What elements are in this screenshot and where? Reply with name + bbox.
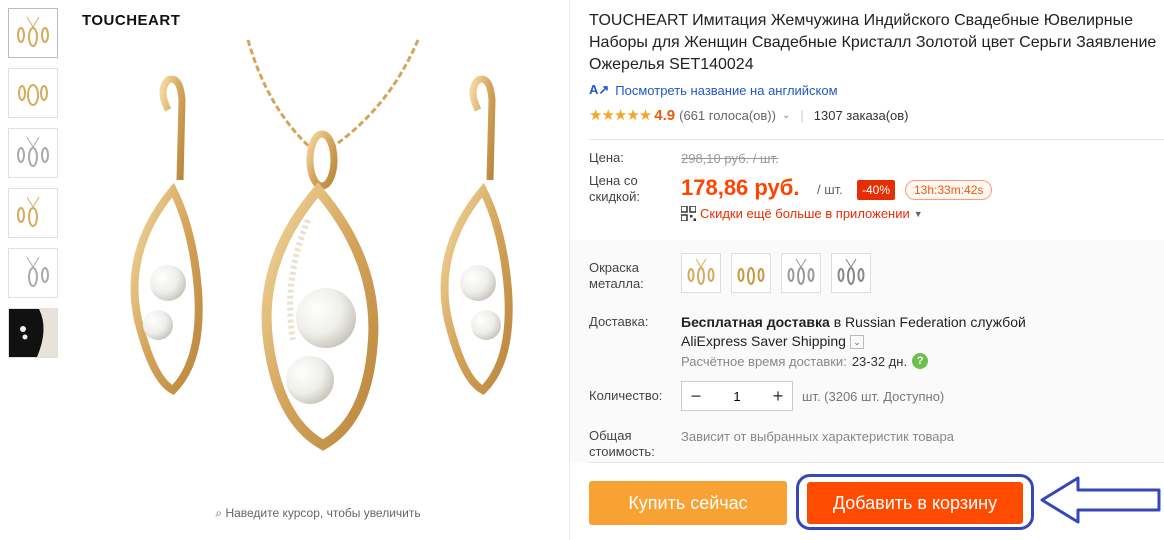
increase-quantity-button[interactable]: + [764,386,792,407]
zoom-hint: ⌕ Наведите курсор, чтобы увеличить [68,506,568,521]
price-unit: / шт. [817,182,843,197]
translate-link-text: Посмотреть название на английском [615,82,838,98]
thumbnail-5[interactable] [8,248,58,298]
jewelry-set-gold-icon [687,258,715,285]
add-to-cart-button[interactable]: Добавить в корзину [807,482,1023,524]
total-label: Общая стоимость: [589,428,655,459]
divider: | [800,107,804,123]
thumbnail-2[interactable] [8,68,58,118]
shipping-info: Бесплатная доставка в Russian Federation… [681,313,1151,351]
thumbnail-4[interactable] [8,188,58,238]
shipping-label: Доставка: [589,314,649,329]
free-shipping-text: Бесплатная доставка [681,314,830,330]
pointing-arrow-icon [1040,476,1161,524]
jewelry-set-silver-icon [837,258,865,285]
jewelry-set-gold-icon [17,16,49,47]
delivery-estimate-label: Расчётное время доставки: [681,353,847,369]
chevron-down-icon[interactable]: ⌄ [782,110,790,121]
shipping-service: AliExpress Saver Shipping [681,333,846,349]
price-label: Цена: [589,150,624,165]
app-discount-link[interactable]: Скидки ещё больше в приложении ▼ [681,206,923,221]
swatch-gold-2[interactable] [731,253,771,293]
zoom-hint-text: Наведите курсор, чтобы увеличить [225,506,421,520]
jewelry-set-silver-icon [17,136,49,167]
jewelry-set-gold-icon [18,84,48,106]
rating-row: ★★★★★ 4.9 (661 голоса(ов)) ⌄ | 1307 зака… [589,106,909,125]
swatch-silver-2[interactable] [831,253,871,293]
discount-badge: -40% [857,180,896,200]
discount-price-label: Цена со скидкой: [589,173,640,204]
jewelry-set-image-icon [130,39,513,451]
thumbnail-list [8,8,60,368]
old-price: 298,10 руб. / шт. [681,151,779,166]
translate-icon: A↗ [589,82,610,97]
chevron-down-icon[interactable]: ⌄ [849,335,864,350]
jewelry-set-gold-icon [737,267,765,285]
swatch-gold-1[interactable] [681,253,721,293]
jewelry-set-silver-icon [26,256,49,287]
orders-count: 1307 заказа(ов) [813,107,909,123]
thumbnail-6[interactable] [8,308,58,358]
decrease-quantity-button[interactable]: − [682,386,710,407]
delivery-estimate: Расчётное время доставки: 23-32 дн. ? [681,353,929,369]
total-note: Зависит от выбранных характеристик товар… [681,429,954,444]
quantity-stepper: − + [681,381,793,411]
help-icon[interactable]: ? [912,353,929,369]
countdown-timer: 13h:33m:42s [905,180,993,200]
divider [589,462,1164,463]
app-discount-text: Скидки ещё больше в приложении [700,206,910,221]
jewelry-set-gold-icon [17,196,40,227]
translate-link[interactable]: A↗ Посмотреть название на английском [589,82,838,98]
buy-now-button[interactable]: Купить сейчас [589,481,787,525]
divider [589,139,1164,140]
quantity-input[interactable] [710,388,764,404]
main-product-image[interactable]: TOUCHEART [68,0,568,500]
thumbnail-3[interactable] [8,128,58,178]
color-swatches [681,253,871,293]
shipping-destination: в Russian Federation службой [829,314,1026,330]
color-label: Окраска металла: [589,260,644,291]
brand-logo: TOUCHEART [82,12,181,29]
delivery-days: 23-32 дн. [851,353,908,369]
quantity-label: Количество: [589,388,663,403]
votes-count[interactable]: (661 голоса(ов)) [679,108,776,123]
rating-score: 4.9 [654,106,676,124]
rating-stars-icon: ★★★★★ [589,107,652,124]
search-icon: ⌕ [215,506,223,520]
quantity-available: шт. (3206 шт. Доступно) [802,389,945,404]
jewelry-on-model-icon [20,309,57,357]
swatch-silver-1[interactable] [781,253,821,293]
discount-price: 178,86 руб. [681,175,800,200]
qr-code-icon [681,206,696,221]
product-title: TOUCHEART Имитация Жемчужина Индийского … [589,12,1157,73]
caret-down-icon: ▼ [913,208,923,219]
thumbnail-1[interactable] [8,8,58,58]
jewelry-set-silver-icon [787,258,815,285]
